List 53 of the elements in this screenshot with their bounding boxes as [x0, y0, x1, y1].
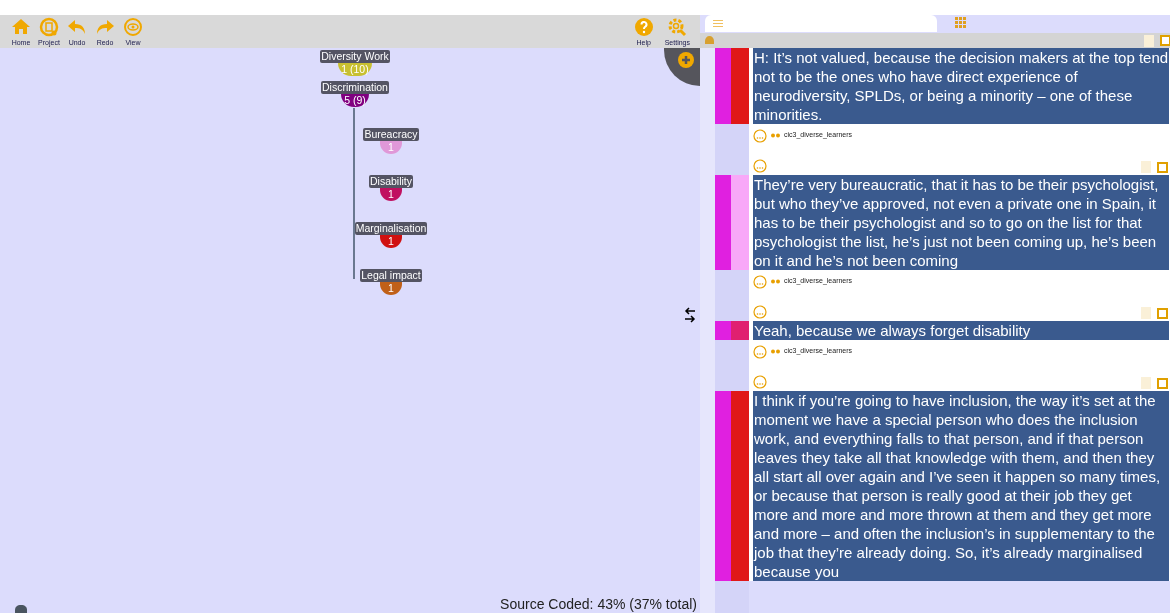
checkbox[interactable] — [1160, 35, 1170, 46]
node-count: 1 (10) — [338, 63, 372, 76]
node-count: 1 — [380, 188, 402, 201]
swap-arrows-icon[interactable] — [684, 305, 696, 325]
segment-text[interactable]: I think if you’re going to have inclusion, the way it’s set at the moment we have a special person who does the inclusion work, and everything falls to that person, and if that person leaves they take all that knowledge with them, and then they all start all over again and I’ve seen it happen so many times, or because that person is really good at their job they get more and more and more thrown at them and they get more and more – and often the inclusion’s in supplementary to the job that they’re already doing. So, it’s already marginalised because you — [753, 391, 1169, 581]
code-bar[interactable] — [715, 48, 731, 124]
settings-icon — [667, 17, 688, 37]
help-icon — [633, 17, 654, 37]
source-coded-status: Source Coded: 43% (37% total) — [500, 595, 697, 613]
node-label[interactable]: Discrimination — [321, 81, 389, 94]
home-icon — [11, 17, 31, 37]
comment-icon[interactable] — [753, 159, 767, 173]
view-icon — [123, 17, 143, 37]
checkbox[interactable] — [1157, 307, 1168, 319]
node-count: 1 — [380, 141, 402, 154]
comment-icon[interactable] — [753, 375, 767, 389]
node-count: 5 (9) — [341, 94, 369, 107]
code-bar[interactable] — [731, 175, 749, 270]
chat-icon[interactable] — [14, 605, 28, 613]
comment-icon[interactable] — [753, 128, 767, 143]
node-label[interactable]: Marginalisation — [354, 222, 428, 235]
code-bar[interactable] — [715, 175, 731, 270]
plus-icon[interactable] — [678, 52, 694, 68]
project-icon — [39, 17, 59, 37]
comment-icon[interactable] — [753, 305, 767, 319]
code-bar[interactable] — [715, 391, 731, 581]
node-label[interactable]: Diversity Work — [320, 50, 390, 63]
quote-icon — [771, 133, 780, 138]
note-icon[interactable] — [1141, 307, 1151, 319]
checkbox[interactable] — [1157, 377, 1168, 389]
node-count: 1 — [380, 235, 402, 248]
comment-icon[interactable] — [753, 344, 767, 359]
note-icon[interactable] — [1141, 377, 1151, 389]
code-bar[interactable] — [731, 391, 749, 581]
menu-icon[interactable] — [713, 20, 723, 27]
checkbox[interactable] — [1157, 161, 1168, 173]
node-count: 1 — [380, 282, 402, 295]
segment-text[interactable]: Yeah, because we always forget disability — [753, 321, 1169, 340]
segment-text[interactable]: H: It’s not valued, because the decision makers at the top tend not to be the ones who have direct experience of neurodiversity, SPLDs, or being a minority – one of these minorities. — [753, 48, 1169, 124]
node-label[interactable]: Legal impact — [360, 269, 422, 282]
note-icon[interactable] — [1141, 161, 1151, 173]
search-field[interactable] — [705, 15, 937, 32]
note-icon[interactable] — [1144, 34, 1154, 47]
segment-text[interactable]: They’re very bureaucratic, that it has to be their psychologist, but who they’ve approved, not even a private one in Spain, it has to be their psychologist and so to go on the list for that psychologist the list, he’s just not been coming up, he’s been on it and he’s not been coming — [753, 175, 1169, 270]
code-bar[interactable] — [731, 321, 749, 340]
code-bar[interactable] — [715, 321, 731, 340]
code-bar[interactable] — [731, 48, 749, 124]
comment-icon[interactable] — [753, 274, 767, 289]
quote-icon — [771, 279, 780, 284]
quote-icon — [771, 349, 780, 354]
node-label[interactable]: Bureacracy — [363, 128, 419, 141]
grid-icon[interactable] — [955, 17, 966, 28]
node-label[interactable]: Disability — [369, 175, 413, 188]
